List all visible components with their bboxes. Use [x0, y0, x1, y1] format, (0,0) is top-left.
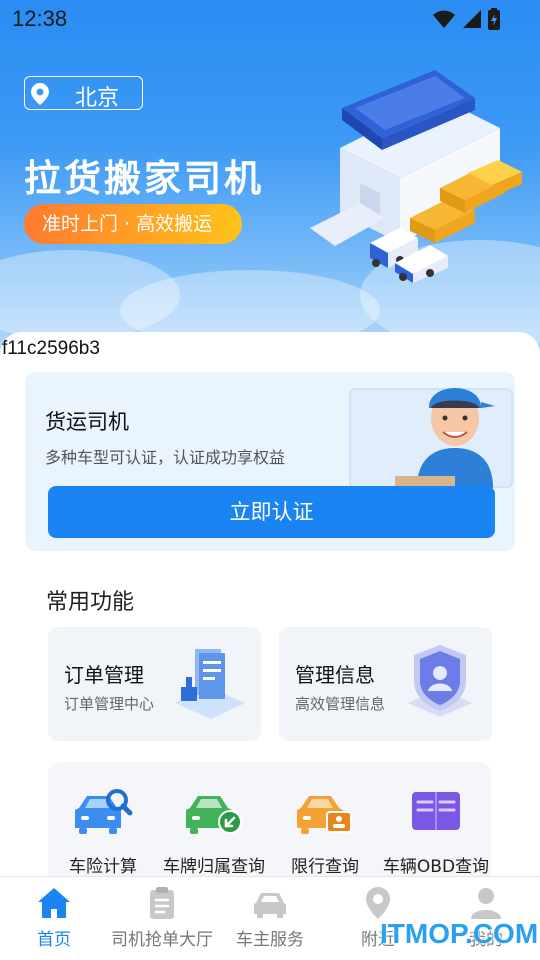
status-time: 12:38 [12, 6, 68, 31]
battery-icon [488, 8, 500, 30]
car-icon [254, 893, 286, 918]
card-title: 货运司机 [45, 410, 129, 434]
home-icon [38, 888, 70, 918]
tool-label: 车辆OBD查询 [382, 857, 490, 877]
tab-home[interactable]: 首页 [0, 885, 108, 950]
warehouse-illustration [310, 70, 522, 283]
city-selector[interactable]: 北京 [24, 76, 143, 110]
clipboard-icon [150, 887, 174, 919]
user-icon [471, 888, 501, 919]
car-restriction-icon [297, 796, 352, 834]
location-icon [366, 887, 390, 919]
city-name: 北京 [75, 85, 120, 110]
signal-icon [463, 10, 481, 28]
driver-avatar-illustration [395, 388, 495, 488]
debug-code: f11c2596b3 [2, 338, 100, 359]
section-title: 常用功能 [46, 590, 135, 615]
car-search-icon [75, 789, 133, 834]
tile-subtitle: 订单管理中心 [64, 695, 155, 713]
tool-plate-lookup[interactable]: 车牌归属查询 [159, 786, 269, 877]
tool-label: 车险计算 [69, 857, 137, 877]
tab-label: 首页 [37, 930, 71, 950]
page-title: 拉货搬家司机 [24, 157, 264, 200]
hero-banner: 12:38 北京 拉货搬家司机 准时上门 · 高效搬运 [0, 0, 540, 360]
tool-label: 限行查询 [291, 857, 359, 877]
status-bar: 12:38 [0, 0, 540, 38]
tool-obd-lookup[interactable]: 车辆OBD查询 [381, 786, 491, 877]
tile-title: 管理信息 [295, 663, 375, 687]
watermark: ITMOP.COM [380, 918, 539, 949]
tab-order-hall[interactable]: 司机抢单大厅 [108, 885, 216, 950]
tab-label: 车主服务 [236, 930, 304, 950]
location-pin-icon [31, 83, 49, 105]
tile-title: 订单管理 [64, 663, 144, 687]
order-management-tile[interactable]: 订单管理 订单管理中心 [48, 627, 261, 741]
document-stamp-icon [175, 649, 245, 719]
tools-panel: 车险计算 车牌归属查询 限行查询 车辆OBD查询 [48, 762, 491, 892]
card-subtitle: 多种车型可认证，认证成功享权益 [45, 448, 286, 467]
user-shield-icon [408, 645, 472, 717]
management-info-tile[interactable]: 管理信息 高效管理信息 [279, 627, 492, 741]
book-icon [412, 792, 460, 830]
wifi-icon [433, 10, 455, 28]
tile-subtitle: 高效管理信息 [295, 695, 386, 713]
tool-label: 车牌归属查询 [163, 857, 265, 877]
tab-owner-service[interactable]: 车主服务 [216, 885, 324, 950]
car-plate-icon [186, 796, 242, 834]
tool-restriction-lookup[interactable]: 限行查询 [270, 786, 380, 877]
driver-certification-card: 货运司机 多种车型可认证，认证成功享权益 立即认证 [25, 372, 515, 551]
tab-label: 司机抢单大厅 [111, 930, 213, 950]
tool-insurance-calc[interactable]: 车险计算 [48, 786, 158, 877]
certify-now-button[interactable]: 立即认证 [48, 486, 495, 538]
slogan-badge: 准时上门 · 高效搬运 [24, 204, 242, 244]
